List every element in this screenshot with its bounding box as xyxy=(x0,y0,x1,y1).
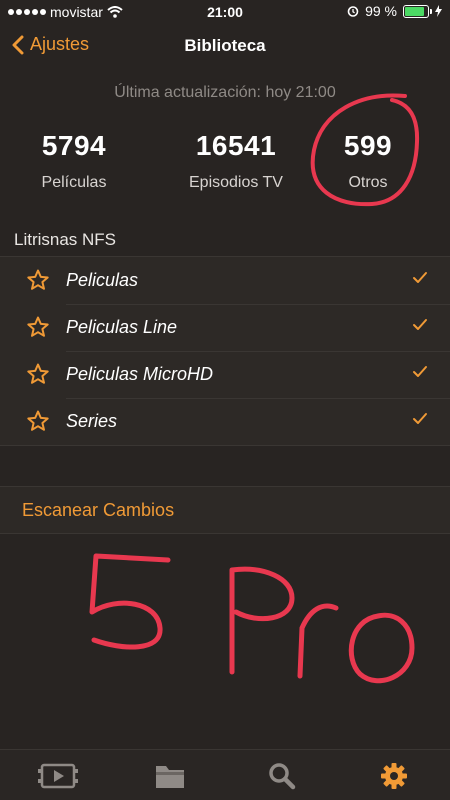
gear-icon xyxy=(381,763,407,789)
checkmark-icon xyxy=(413,272,427,283)
battery-icon xyxy=(403,4,432,18)
status-right: 99 % xyxy=(347,3,442,19)
checkmark-icon xyxy=(413,319,427,330)
stat-movies-value: 5794 xyxy=(41,130,107,161)
status-bar: movistar 21:00 99 % xyxy=(0,0,450,24)
search-icon xyxy=(269,763,296,790)
stat-movies-label: Películas xyxy=(41,174,107,191)
checkmark-icon xyxy=(413,413,427,424)
charging-icon xyxy=(435,5,442,17)
star-icon xyxy=(27,410,49,431)
star-icon xyxy=(27,316,49,337)
scan-changes-label: Escanear Cambios xyxy=(22,500,175,520)
stat-movies: 5794 Películas xyxy=(14,130,134,192)
source-list: Peliculas Peliculas Line Peliculas Micro… xyxy=(0,256,450,446)
alarm-icon xyxy=(347,6,359,17)
last-update-text: Última actualización: hoy 21:00 xyxy=(114,84,336,101)
list-item[interactable]: Series xyxy=(0,398,450,445)
stat-others-label: Otros xyxy=(348,174,388,191)
annotation-letter-r xyxy=(297,603,339,679)
tab-bar xyxy=(0,749,450,800)
section-title: Litrisnas NFS xyxy=(14,230,117,249)
stat-others-value: 599 xyxy=(343,130,393,161)
star-icon xyxy=(27,363,49,384)
tab-settings[interactable] xyxy=(374,760,414,792)
folder-icon xyxy=(156,766,184,788)
list-item[interactable]: Peliculas Line xyxy=(0,304,450,351)
annotation-digit-5 xyxy=(89,553,171,650)
battery-percent: 99 % xyxy=(365,3,397,19)
list-item[interactable]: Peliculas xyxy=(0,257,450,304)
star-icon xyxy=(27,269,49,290)
stat-others: 599 Otros xyxy=(308,130,428,192)
list-item-label: Peliculas xyxy=(66,270,139,290)
annotation-letter-o xyxy=(348,612,415,684)
annotation-letter-p xyxy=(229,566,295,675)
tab-search[interactable] xyxy=(262,760,302,792)
tab-videos[interactable] xyxy=(38,760,78,792)
page-title: Biblioteca xyxy=(184,36,266,55)
list-item[interactable]: Peliculas MicroHD xyxy=(0,351,450,398)
scan-changes-button[interactable]: Escanear Cambios xyxy=(0,486,450,534)
video-icon xyxy=(38,763,78,789)
checkmark-icon xyxy=(413,366,427,377)
list-item-label: Series xyxy=(66,411,118,431)
list-item-label: Peliculas MicroHD xyxy=(66,364,214,384)
stat-episodes: 16541 Episodios TV xyxy=(176,130,296,192)
stat-episodes-label: Episodios TV xyxy=(189,174,283,191)
tab-files[interactable] xyxy=(150,760,190,792)
stat-episodes-value: 16541 xyxy=(195,130,277,161)
navigation-bar: Ajustes Biblioteca xyxy=(0,26,450,66)
list-item-label: Peliculas Line xyxy=(66,317,178,337)
